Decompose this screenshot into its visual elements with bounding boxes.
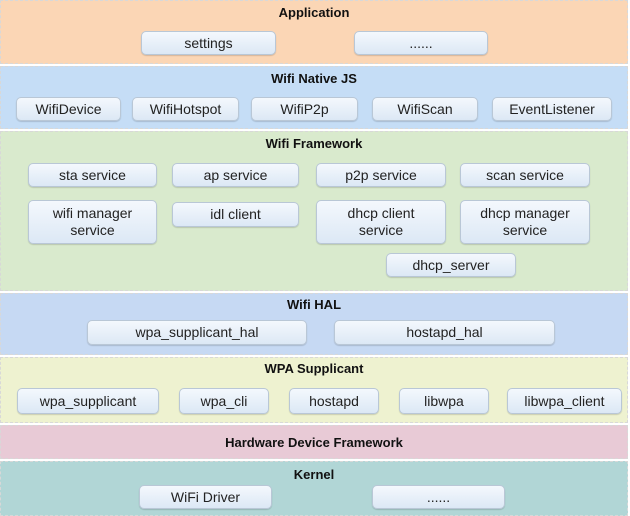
layer-title: Hardware Device Framework xyxy=(225,435,403,450)
box-dhcp-server: dhcp_server xyxy=(386,253,516,277)
layer-title: Wifi Native JS xyxy=(271,71,357,86)
box-wpa-supplicant: wpa_supplicant xyxy=(17,388,159,414)
layer-title: WPA Supplicant xyxy=(264,361,364,376)
box-idl-client: idl client xyxy=(172,202,299,227)
box-wifi-manager-service: wifi manager service xyxy=(28,200,157,244)
box-wpa-cli: wpa_cli xyxy=(179,388,269,414)
layer-title: Wifi Framework xyxy=(265,136,363,151)
layer-hardware: Hardware Device Framework xyxy=(0,425,628,459)
layer-application: Application settings ...... xyxy=(0,0,628,64)
layer-wpa-supplicant: WPA Supplicant wpa_supplicant wpa_cli ho… xyxy=(0,357,628,423)
box-scan-service: scan service xyxy=(460,163,590,187)
layer-kernel: Kernel WiFi Driver ...... xyxy=(0,461,628,516)
box-wifi-driver: WiFi Driver xyxy=(139,485,272,509)
layer-native-js: Wifi Native JS WifiDevice WifiHotspot Wi… xyxy=(0,66,628,129)
box-eventlistener: EventListener xyxy=(492,97,612,121)
box-ap-service: ap service xyxy=(172,163,299,187)
box-wifihotspot: WifiHotspot xyxy=(132,97,239,121)
layer-hal: Wifi HAL wpa_supplicant_hal hostapd_hal xyxy=(0,293,628,355)
box-p2p-service: p2p service xyxy=(316,163,446,187)
box-hostapd-hal: hostapd_hal xyxy=(334,320,555,345)
box-sta-service: sta service xyxy=(28,163,157,187)
box-wifiscan: WifiScan xyxy=(372,97,478,121)
box-libwpa: libwpa xyxy=(399,388,489,414)
box-wpa-supplicant-hal: wpa_supplicant_hal xyxy=(87,320,307,345)
layer-title: Kernel xyxy=(293,467,335,482)
box-wifip2p: WifiP2p xyxy=(251,97,358,121)
box-dhcp-client-service: dhcp client service xyxy=(316,200,446,244)
box-more-drivers: ...... xyxy=(372,485,505,509)
box-settings: settings xyxy=(141,31,276,55)
box-dhcp-manager-service: dhcp manager service xyxy=(460,200,590,244)
box-hostapd: hostapd xyxy=(289,388,379,414)
box-more-apps: ...... xyxy=(354,31,488,55)
layer-title: Application xyxy=(278,5,350,20)
box-wifidevice: WifiDevice xyxy=(16,97,121,121)
layer-framework: Wifi Framework sta service ap service p2… xyxy=(0,131,628,291)
layer-title: Wifi HAL xyxy=(286,297,342,312)
box-libwpa-client: libwpa_client xyxy=(507,388,622,414)
